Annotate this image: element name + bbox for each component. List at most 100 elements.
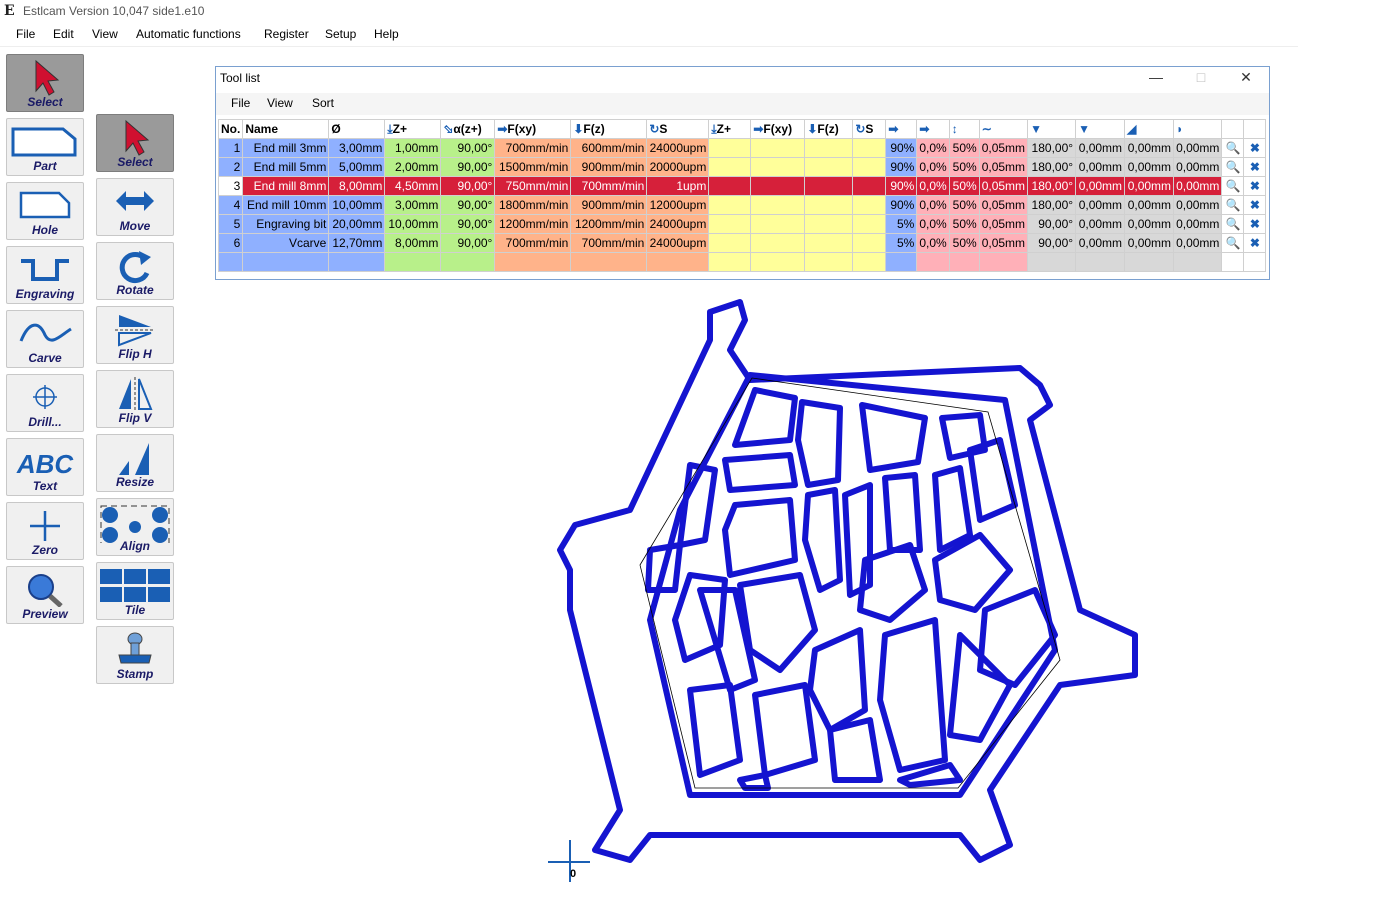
- cell-stepover3[interactable]: 50%: [948, 157, 980, 177]
- menu-file[interactable]: File: [16, 27, 35, 41]
- cell-angle[interactable]: 90,00°: [440, 233, 496, 253]
- cell-diameter[interactable]: 3,00mm: [328, 138, 386, 158]
- menu-help[interactable]: Help: [374, 27, 399, 41]
- cell-vbit-angle[interactable]: 180,00°: [1027, 176, 1077, 196]
- cell-radius[interactable]: [1173, 252, 1223, 272]
- part-tool-button[interactable]: Part: [6, 118, 84, 176]
- cell-angle[interactable]: 90,00°: [440, 195, 496, 215]
- cell-depth[interactable]: 1,00mm: [384, 138, 442, 158]
- cell-tip[interactable]: 0,00mm: [1075, 157, 1126, 177]
- cell-offset[interactable]: 0,00mm: [1124, 176, 1175, 196]
- cell-stepover2[interactable]: 0,0%: [916, 176, 950, 196]
- cell-name[interactable]: End mill 10mm: [242, 195, 330, 215]
- cell-fz2[interactable]: [804, 195, 854, 215]
- col-header-offset[interactable]: ◢: [1124, 119, 1175, 139]
- cell-angle[interactable]: 90,00°: [440, 214, 496, 234]
- cell-fz2[interactable]: [804, 176, 854, 196]
- cell-speed[interactable]: 1upm: [646, 176, 710, 196]
- cell-fxy[interactable]: 1800mm/min: [494, 195, 572, 215]
- col-header-name[interactable]: Name: [242, 119, 330, 139]
- cell-fz[interactable]: 700mm/min: [570, 176, 648, 196]
- menu-register[interactable]: Register: [264, 27, 309, 41]
- cell-depth[interactable]: 2,00mm: [384, 157, 442, 177]
- cell-no[interactable]: 1: [217, 138, 244, 158]
- col-header-speed2[interactable]: ↻S: [852, 119, 887, 139]
- cell-radius[interactable]: 0,00mm: [1173, 138, 1223, 158]
- cell-stepover[interactable]: 5%: [885, 214, 918, 234]
- col-header-stepover2[interactable]: ➡: [916, 119, 950, 139]
- cell-stepover3[interactable]: 50%: [948, 233, 980, 253]
- cell-tip[interactable]: 0,00mm: [1075, 138, 1126, 158]
- search-icon[interactable]: 🔍: [1221, 233, 1245, 253]
- cell-stepover3[interactable]: 50%: [948, 214, 980, 234]
- cell-fz2[interactable]: [804, 252, 854, 272]
- menu-edit[interactable]: Edit: [53, 27, 74, 41]
- cell-stepover[interactable]: 90%: [885, 138, 918, 158]
- menu-view[interactable]: View: [92, 27, 118, 41]
- delete-icon[interactable]: ✖: [1243, 138, 1267, 158]
- cell-speed2[interactable]: [852, 195, 887, 215]
- cell-depth2[interactable]: [708, 252, 752, 272]
- cell-stepover3[interactable]: [948, 252, 980, 272]
- cell-radius[interactable]: 0,00mm: [1173, 233, 1223, 253]
- col-header-stepover[interactable]: ➡: [885, 119, 918, 139]
- search-icon[interactable]: 🔍: [1221, 176, 1245, 196]
- cell-depth[interactable]: 4,50mm: [384, 176, 442, 196]
- search-icon[interactable]: 🔍: [1221, 214, 1245, 234]
- cell-stepover2[interactable]: 0,0%: [916, 195, 950, 215]
- rotate-tool-button[interactable]: Rotate: [96, 242, 174, 300]
- cell-stepover2[interactable]: 0,0%: [916, 214, 950, 234]
- cell-depth[interactable]: 3,00mm: [384, 195, 442, 215]
- tile-tool-button[interactable]: Tile: [96, 562, 174, 620]
- drawing-canvas[interactable]: [540, 290, 1160, 890]
- cell-fxy2[interactable]: [750, 252, 806, 272]
- close-icon[interactable]: ✕: [1231, 69, 1261, 87]
- cell-no[interactable]: 2: [217, 157, 244, 177]
- cell-tip[interactable]: 0,00mm: [1075, 176, 1126, 196]
- delete-icon[interactable]: ✖: [1243, 233, 1267, 253]
- cell-offset[interactable]: 0,00mm: [1124, 138, 1175, 158]
- cell-stepover[interactable]: 5%: [885, 233, 918, 253]
- cell-stepover2[interactable]: 0,0%: [916, 138, 950, 158]
- cell-depth2[interactable]: [708, 138, 752, 158]
- cell-offset[interactable]: 0,00mm: [1124, 233, 1175, 253]
- delete-icon[interactable]: ✖: [1243, 176, 1267, 196]
- col-header-diameter[interactable]: Ø: [328, 119, 386, 139]
- cell-offset[interactable]: 0,00mm: [1124, 157, 1175, 177]
- col-header-stepover3[interactable]: ↕: [948, 119, 980, 139]
- search-icon[interactable]: 🔍: [1221, 195, 1245, 215]
- cell-offset[interactable]: 0,00mm: [1124, 214, 1175, 234]
- cell-no[interactable]: 6: [217, 233, 244, 253]
- cell-angle[interactable]: 90,00°: [440, 138, 496, 158]
- cell-vbit-angle[interactable]: [1027, 252, 1077, 272]
- select-tool-button[interactable]: Select: [6, 54, 84, 112]
- delete-icon[interactable]: ✖: [1243, 157, 1267, 177]
- cell-radius[interactable]: 0,00mm: [1173, 195, 1223, 215]
- menu-setup[interactable]: Setup: [325, 27, 356, 41]
- col-header-depth[interactable]: ⤓Z+: [384, 119, 442, 139]
- table-row[interactable]: 4 End mill 10mm 10,00mm 3,00mm 90,00° 18…: [217, 195, 1267, 215]
- stamp-tool-button[interactable]: Stamp: [96, 626, 174, 684]
- cell-diameter[interactable]: [328, 252, 386, 272]
- cell-ramp[interactable]: 0,05mm: [978, 233, 1029, 253]
- cell-no[interactable]: 3: [217, 176, 244, 196]
- col-header-vbit-angle[interactable]: ▼: [1027, 119, 1077, 139]
- cell-depth2[interactable]: [708, 233, 752, 253]
- cell-stepover[interactable]: 90%: [885, 195, 918, 215]
- maximize-icon[interactable]: □: [1186, 69, 1216, 87]
- delete-icon[interactable]: ✖: [1243, 195, 1267, 215]
- cell-speed[interactable]: 24000upm: [646, 233, 710, 253]
- cell-radius[interactable]: 0,00mm: [1173, 157, 1223, 177]
- cell-diameter[interactable]: 12,70mm: [328, 233, 386, 253]
- cell-ramp[interactable]: [978, 252, 1029, 272]
- col-header-speed[interactable]: ↻S: [646, 119, 710, 139]
- cell-speed2[interactable]: [852, 157, 887, 177]
- flip-v-tool-button[interactable]: Flip V: [96, 370, 174, 428]
- cell-ramp[interactable]: 0,05mm: [978, 176, 1029, 196]
- cell-name[interactable]: Engraving bit: [242, 214, 330, 234]
- cell-depth2[interactable]: [708, 214, 752, 234]
- cell-stepover3[interactable]: 50%: [948, 138, 980, 158]
- cell-fxy2[interactable]: [750, 195, 806, 215]
- cell-offset[interactable]: 0,00mm: [1124, 195, 1175, 215]
- cell-depth2[interactable]: [708, 176, 752, 196]
